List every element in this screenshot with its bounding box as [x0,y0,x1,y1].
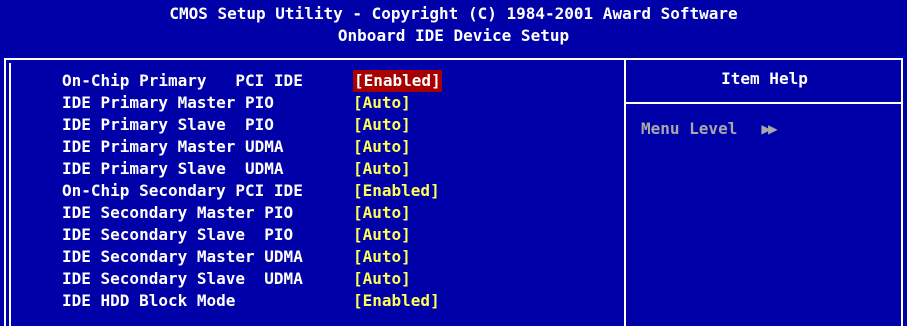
title-bar: CMOS Setup Utility - Copyright (C) 1984-… [0,0,907,54]
setting-value[interactable]: [Auto] [353,92,411,114]
setting-value[interactable]: [Auto] [353,202,411,224]
setting-value[interactable]: [Enabled] [353,290,440,312]
setting-value[interactable]: [Auto] [353,136,411,158]
setting-value[interactable]: [Auto] [353,224,411,246]
setting-label: IDE Secondary Master UDMA [62,247,303,266]
setting-value[interactable]: [Enabled] [353,70,442,92]
item-help-title: Item Help [721,69,808,88]
setting-label: IDE Primary Slave UDMA [62,159,284,178]
page-title: Onboard IDE Device Setup [337,26,570,45]
menu-level: Menu Level ▶▶ [641,118,778,140]
setting-label: On-Chip Primary PCI IDE [62,71,303,90]
setting-value[interactable]: [Auto] [353,246,411,268]
double-arrow-icon: ▶▶ [761,119,777,138]
setting-label: IDE Primary Master PIO [62,93,274,112]
setting-label: IDE Primary Master UDMA [62,137,284,156]
setting-label: IDE Primary Slave PIO [62,115,274,134]
utility-title: CMOS Setup Utility - Copyright (C) 1984-… [169,4,738,23]
setting-label: IDE Secondary Master PIO [62,203,294,222]
menu-level-label: Menu Level [641,119,738,138]
help-title-divider [626,102,903,104]
setting-label: IDE Secondary Slave PIO [62,225,294,244]
setting-value[interactable]: [Auto] [353,268,411,290]
help-panel-divider [624,58,626,326]
setting-value[interactable]: [Auto] [353,158,411,180]
frame-inner-border [9,63,11,326]
setting-label: IDE HDD Block Mode [62,291,236,310]
setting-label: On-Chip Secondary PCI IDE [62,181,303,200]
setting-value[interactable]: [Auto] [353,114,411,136]
setting-value[interactable]: [Enabled] [353,180,440,202]
setting-label: IDE Secondary Slave UDMA [62,269,303,288]
